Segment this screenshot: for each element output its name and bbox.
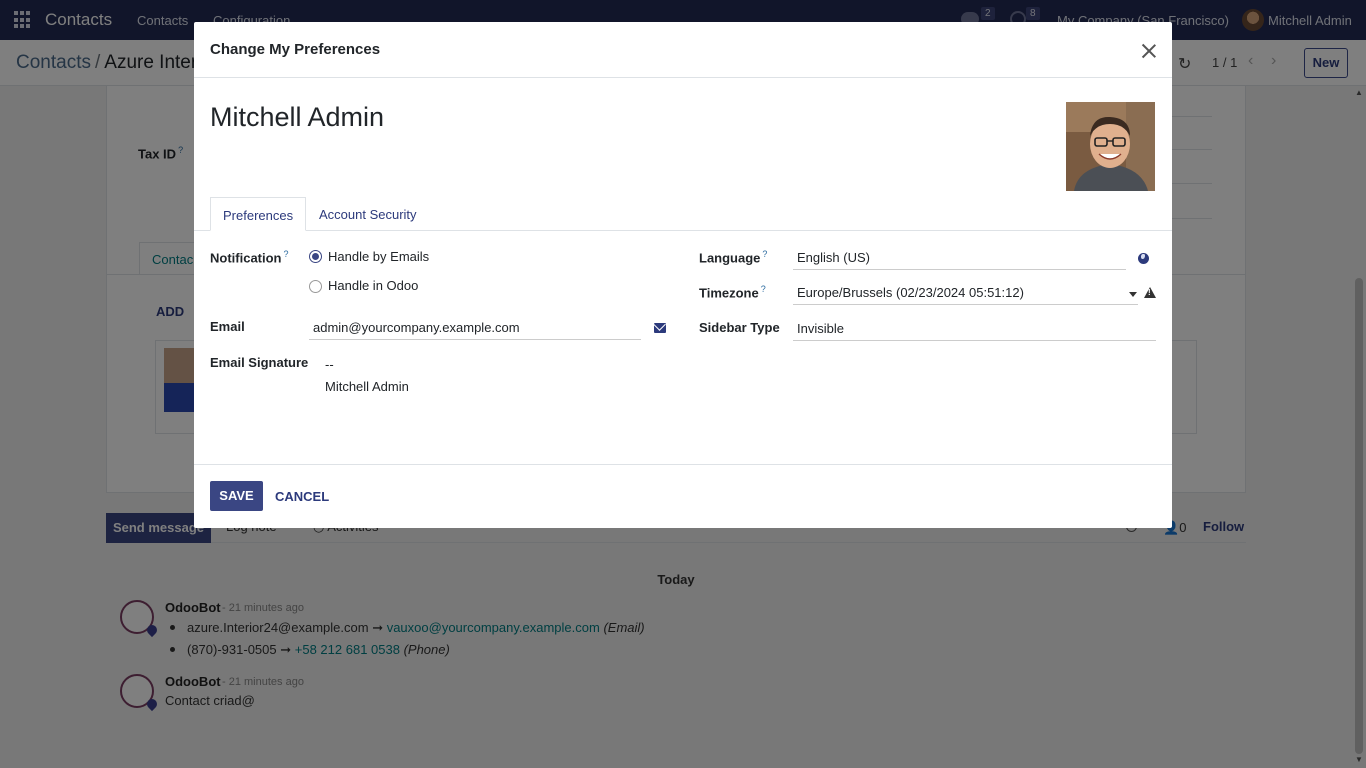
sidebar-type-label: Sidebar Type <box>699 320 780 335</box>
globe-icon[interactable] <box>1138 253 1149 264</box>
help-icon[interactable]: ? <box>761 284 766 294</box>
language-select[interactable] <box>793 246 1126 270</box>
dialog-footer <box>194 464 1172 528</box>
user-photo[interactable] <box>1066 102 1155 191</box>
tab-account-security[interactable]: Account Security <box>307 197 429 231</box>
help-icon[interactable]: ? <box>762 249 767 259</box>
notification-label: Notification? <box>210 249 289 266</box>
language-label: Language? <box>699 249 768 266</box>
timezone-select[interactable] <box>793 281 1138 305</box>
save-button[interactable]: SAVE <box>210 481 263 511</box>
tab-preferences[interactable]: Preferences <box>210 197 307 231</box>
chevron-down-icon[interactable] <box>1129 292 1137 297</box>
dialog-header: Change My Preferences <box>194 22 1172 78</box>
radio-handle-in-odoo[interactable] <box>309 280 322 293</box>
timezone-label: Timezone? <box>699 284 766 301</box>
radio-label[interactable]: Handle in Odoo <box>328 278 418 293</box>
preferences-dialog: Change My Preferences Mitchell Admin Pre… <box>194 22 1172 528</box>
envelope-icon[interactable] <box>654 323 666 333</box>
warning-icon <box>1144 287 1156 298</box>
email-field[interactable] <box>309 316 641 340</box>
user-photo-image <box>1066 102 1155 191</box>
dialog-title: Change My Preferences <box>210 41 381 58</box>
email-signature-label: Email Signature <box>210 355 309 370</box>
help-icon[interactable]: ? <box>284 249 289 259</box>
radio-label[interactable]: Handle by Emails <box>328 249 429 264</box>
signature-line[interactable]: -- <box>325 357 334 372</box>
cancel-button[interactable]: CANCEL <box>275 489 329 504</box>
radio-handle-by-emails[interactable] <box>309 250 322 263</box>
close-icon[interactable] <box>1138 40 1160 62</box>
signature-line[interactable]: Mitchell Admin <box>325 379 409 394</box>
email-label: Email <box>210 319 245 334</box>
user-name: Mitchell Admin <box>210 102 385 132</box>
sidebar-type-select[interactable] <box>793 317 1156 341</box>
